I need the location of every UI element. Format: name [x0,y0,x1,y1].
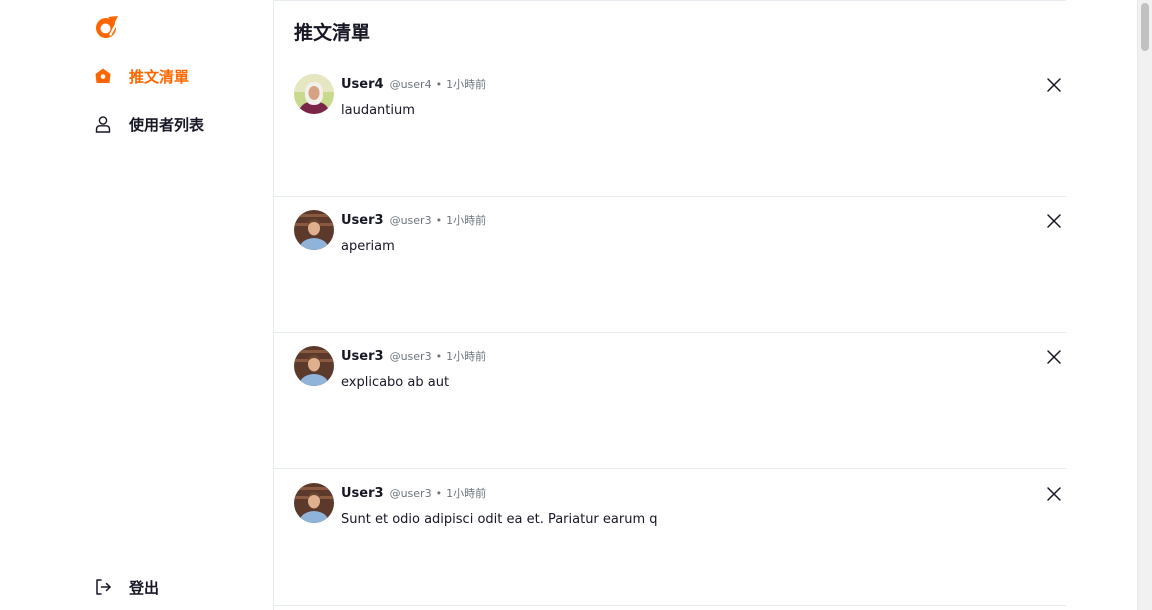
page-title: 推文清單 [294,22,371,44]
user-icon [94,115,112,133]
avatar[interactable] [294,74,334,114]
user-name[interactable]: User3 [341,486,384,501]
logout-label: 登出 [129,578,160,597]
separator: • [435,78,443,91]
brand-logo-icon[interactable] [94,14,120,40]
tweet-text: aperiam [341,239,395,254]
user-handle: @user3 [389,350,432,363]
tweet-header: User3 @user3 • 1小時前 [341,485,486,501]
sidebar-item-tweets[interactable]: 推文清單 [94,64,189,88]
page-scrollbar[interactable] [1137,0,1152,610]
main-content: 推文清單 User4 @user4 • 1小時前 laudantium User… [274,0,1066,610]
tweet-item: User3 @user3 • 1小時前 explicabo ab aut [274,333,1066,469]
tweet-text: laudantium [341,103,415,118]
separator: • [435,214,443,227]
user-name[interactable]: User3 [341,213,384,228]
tweet-time: 1小時前 [446,214,487,227]
user-name[interactable]: User4 [341,77,384,92]
tweet-text: explicabo ab aut [341,375,450,390]
tweet-time: 1小時前 [446,78,487,91]
close-icon[interactable] [1046,486,1062,502]
tweet-item: User3 @user3 • 1小時前 aperiam [274,197,1066,333]
tweet-item: User4 @user4 • 1小時前 laudantium [274,61,1066,197]
avatar[interactable] [294,483,334,523]
tweet-text: Sunt et odio adipisci odit ea et. Pariat… [341,512,658,527]
scrollbar-thumb[interactable] [1141,3,1149,51]
tweet-header: User3 @user3 • 1小時前 [341,212,486,228]
user-handle: @user4 [389,78,432,91]
logout-button[interactable]: 登出 [94,575,159,599]
sidebar-item-label: 使用者列表 [129,115,205,134]
user-handle: @user3 [389,214,432,227]
tweet-time: 1小時前 [446,350,487,363]
home-icon [94,67,112,85]
close-icon[interactable] [1046,349,1062,365]
separator: • [435,487,443,500]
user-name[interactable]: User3 [341,349,384,364]
logout-icon [94,578,112,596]
close-icon[interactable] [1046,77,1062,93]
avatar[interactable] [294,210,334,250]
tweet-item: User3 @user3 • 1小時前 Sunt et odio adipisc… [274,470,1066,606]
tweet-header: User3 @user3 • 1小時前 [341,348,486,364]
separator: • [435,350,443,363]
tweet-header: User4 @user4 • 1小時前 [341,76,486,92]
sidebar-item-label: 推文清單 [129,67,190,86]
sidebar-item-users[interactable]: 使用者列表 [94,112,204,136]
user-handle: @user3 [389,487,432,500]
tweet-time: 1小時前 [446,487,487,500]
sidebar: 推文清單 使用者列表 登出 [0,0,274,610]
avatar[interactable] [294,346,334,386]
close-icon[interactable] [1046,213,1062,229]
